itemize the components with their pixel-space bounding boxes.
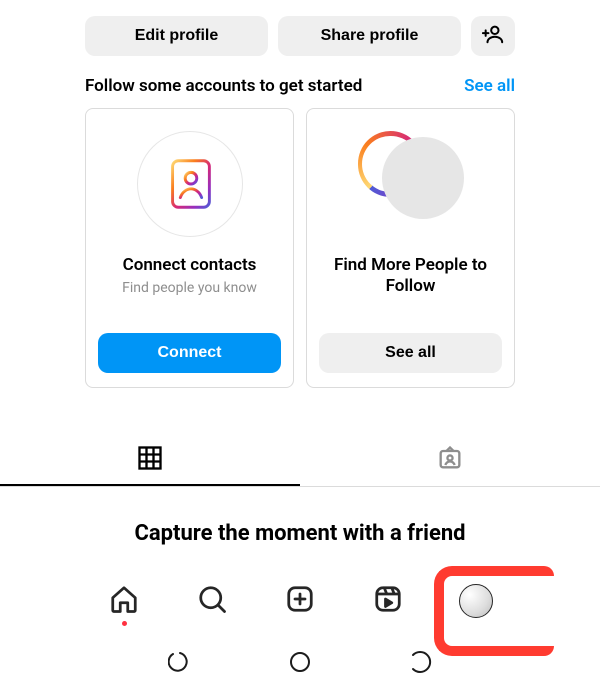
search-icon (197, 584, 227, 618)
nav-reels[interactable] (365, 578, 411, 624)
edit-profile-button[interactable]: Edit profile (85, 16, 268, 56)
connect-contacts-card: Connect contacts Find people you know Co… (85, 108, 294, 388)
story-ring-avatar-icon (358, 131, 464, 237)
card-subtitle: Find people you know (122, 280, 257, 296)
back-icon (408, 650, 432, 678)
nav-profile[interactable] (453, 578, 499, 624)
nav-create[interactable] (277, 578, 323, 624)
home-icon (109, 584, 139, 618)
nav-home[interactable] (101, 578, 147, 624)
circle-icon (288, 650, 312, 678)
find-more-card: Find More People to Follow See all (306, 108, 515, 388)
tab-tagged[interactable] (300, 434, 600, 486)
bottom-nav (0, 574, 600, 628)
create-icon (285, 584, 315, 618)
system-nav (0, 642, 600, 686)
empty-state-title: Capture the moment with a friend (0, 487, 600, 554)
contacts-book-icon (137, 131, 243, 237)
add-person-icon (482, 23, 504, 50)
profile-tabs (0, 434, 600, 487)
tagged-icon (436, 444, 464, 476)
reels-icon (373, 584, 403, 618)
card-title: Find More People to Follow (319, 255, 502, 298)
nav-search[interactable] (189, 578, 235, 624)
suggestions-title: Follow some accounts to get started (85, 76, 362, 96)
see-all-button[interactable]: See all (319, 333, 502, 373)
card-title: Connect contacts (123, 255, 257, 276)
notification-dot (122, 621, 127, 626)
suggestion-cards: Connect contacts Find people you know Co… (0, 108, 600, 388)
profile-avatar-icon (459, 584, 493, 618)
sys-recents[interactable] (162, 646, 198, 682)
connect-button[interactable]: Connect (98, 333, 281, 373)
grid-icon (136, 444, 164, 476)
see-all-link[interactable]: See all (464, 76, 515, 96)
sys-home[interactable] (282, 646, 318, 682)
share-profile-button[interactable]: Share profile (278, 16, 461, 56)
close-card-button[interactable] (259, 117, 285, 143)
discover-people-button[interactable] (471, 16, 515, 56)
sys-back[interactable] (402, 646, 438, 682)
recents-icon (168, 650, 192, 678)
tab-grid[interactable] (0, 434, 300, 486)
